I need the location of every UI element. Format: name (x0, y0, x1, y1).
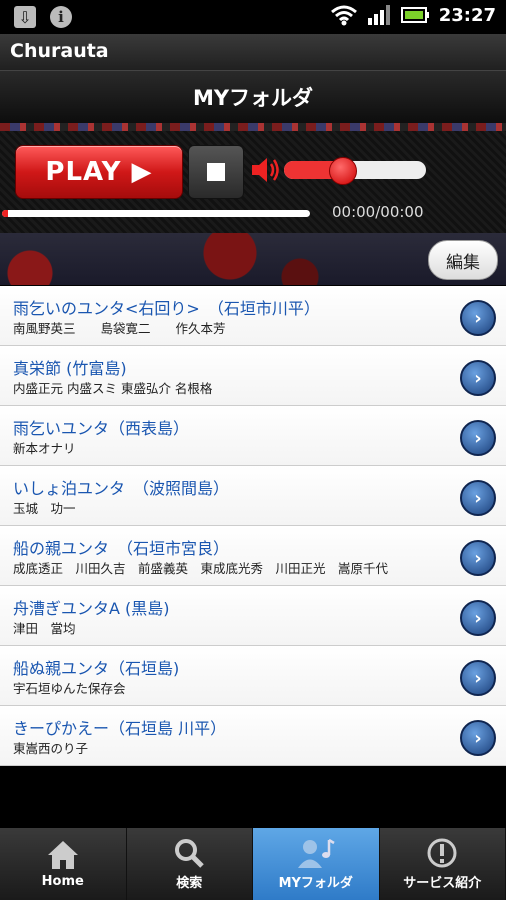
play-button[interactable]: PLAY ▶ (15, 145, 183, 199)
home-icon (47, 841, 78, 869)
song-title: いしょ泊ユンタ （波照間島） (13, 479, 230, 498)
chevron-right-icon[interactable]: › (460, 360, 496, 396)
download-icon: ⇩ (14, 6, 36, 28)
chevron-right-icon[interactable]: › (460, 600, 496, 636)
decorative-pattern (0, 123, 506, 131)
chevron-right-icon[interactable]: › (460, 300, 496, 336)
clock: 23:27 (438, 4, 496, 26)
song-artist: 南風野英三 島袋寛二 作久本芳 (13, 321, 226, 336)
song-artist: 津田 當均 (13, 621, 76, 636)
tab-service[interactable]: サービス紹介 (380, 828, 506, 900)
tab-home[interactable]: Home (0, 828, 127, 900)
song-title: 船の親ユンタ （石垣市宮良） (13, 539, 230, 558)
song-row[interactable]: 真栄節 (竹富島) 内盛正元 内盛スミ 東盛弘介 名根格 › (0, 346, 506, 406)
song-row[interactable]: きーぴかえー（石垣島 川平） 東嵩西のり子 › (0, 706, 506, 766)
chevron-right-icon[interactable]: › (460, 720, 496, 756)
song-title: 雨乞いユンタ（西表島） (13, 419, 190, 438)
app-title: Churauta (10, 40, 109, 62)
song-artist: 内盛正元 内盛スミ 東盛弘介 名根格 (13, 381, 213, 396)
page-title: MYフォルダ (192, 86, 314, 110)
tab-my-folder-label: MYフォルダ (278, 876, 353, 891)
status-bar: ⇩ i 23:27 (0, 0, 506, 34)
info-notification-icon: i (50, 6, 72, 28)
chevron-right-icon[interactable]: › (460, 540, 496, 576)
tab-search[interactable]: 検索 (127, 828, 253, 900)
song-title: 舟漕ぎユンタA (黒島) (13, 599, 170, 618)
tab-home-label: Home (41, 874, 84, 889)
song-artist: 新本オナリ (13, 441, 76, 456)
battery-icon (400, 7, 429, 23)
page-header: MYフォルダ (0, 71, 506, 123)
tab-service-label: サービス紹介 (403, 876, 482, 891)
song-artist: 玉城 功一 (13, 501, 76, 516)
progress-bar[interactable] (2, 210, 310, 217)
song-row[interactable]: 雨乞いユンタ（西表島） 新本オナリ › (0, 406, 506, 466)
progress-fill (2, 210, 9, 217)
stop-button[interactable] (188, 145, 244, 199)
wifi-icon (330, 5, 357, 26)
song-list: 雨乞いのユンタ<右回り> （石垣市川平） 南風野英三 島袋寛二 作久本芳 › 真栄節 … (0, 286, 506, 766)
song-row[interactable]: 舟漕ぎユンタA (黒島) 津田 當均 › (0, 586, 506, 646)
song-title: 真栄節 (竹富島) (13, 359, 127, 378)
app-bar: Churauta (0, 34, 506, 71)
song-row[interactable]: 船ぬ親ユンタ（石垣島) 宇石垣ゆんた保存会 › (0, 646, 506, 706)
search-icon (175, 839, 205, 868)
stop-icon (207, 163, 225, 181)
song-title: きーぴかえー（石垣島 川平） (13, 719, 227, 738)
edit-button-label: 編集 (446, 252, 480, 273)
playback-time: 00:00/00:00 (332, 203, 424, 221)
info-icon (427, 838, 457, 868)
tab-search-label: 検索 (176, 876, 203, 891)
song-row[interactable]: 雨乞いのユンタ<右回り> （石垣市川平） 南風野英三 島袋寛二 作久本芳 › (0, 286, 506, 346)
speaker-icon (252, 158, 279, 182)
song-row[interactable]: 船の親ユンタ （石垣市宮良） 成底透正 川田久吉 前盛義英 東成底光秀 川田正光 … (0, 526, 506, 586)
play-button-label: PLAY ▶ (45, 157, 153, 187)
song-artist: 宇石垣ゆんた保存会 (13, 681, 126, 696)
song-title: 雨乞いのユンタ<右回り> （石垣市川平） (13, 299, 320, 318)
song-artist: 東嵩西のり子 (13, 741, 89, 756)
tab-bar: Home 検索 MYフォルダ サービス紹介 (0, 828, 506, 900)
edit-button[interactable]: 編集 (428, 240, 498, 280)
chevron-right-icon[interactable]: › (460, 480, 496, 516)
signal-icon (367, 5, 390, 25)
chevron-right-icon[interactable]: › (460, 660, 496, 696)
tab-my-folder[interactable]: MYフォルダ (253, 828, 380, 900)
chevron-right-icon[interactable]: › (460, 420, 496, 456)
song-row[interactable]: いしょ泊ユンタ （波照間島） 玉城 功一 › (0, 466, 506, 526)
my-folder-icon (297, 838, 335, 868)
song-title: 船ぬ親ユンタ（石垣島) (13, 659, 180, 678)
song-artist: 成底透正 川田久吉 前盛義英 東成底光秀 川田正光 嵩原千代 (13, 561, 389, 576)
